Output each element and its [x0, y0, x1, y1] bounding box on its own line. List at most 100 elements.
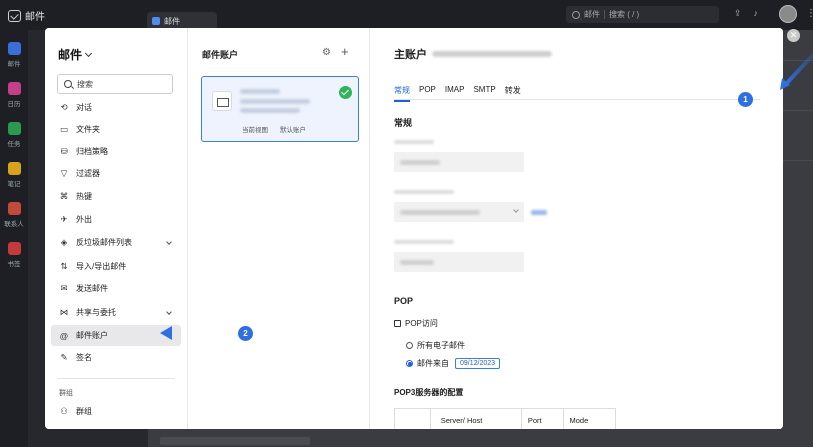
radio-icon — [406, 342, 413, 349]
pop3-config-heading: POP3服务器的配置 — [394, 388, 464, 397]
nav-item-out-of-office[interactable]: ✈ 外出 — [51, 209, 181, 230]
nav-item-mail-accounts[interactable]: @ 邮件账户 — [51, 325, 181, 346]
bookmarks-rail-icon — [7, 242, 21, 255]
search-placeholder: 搜索 ( / ) — [609, 10, 640, 19]
nav-item-filters[interactable]: ▽ 过滤器 — [51, 163, 181, 184]
hotkey-icon: ⌘ — [59, 191, 69, 201]
signature-icon: ✎ — [60, 352, 68, 362]
search-separator — [604, 10, 605, 19]
nav-item-conversation[interactable]: ⟲ 对话 — [51, 97, 181, 118]
display-name-field[interactable] — [394, 152, 524, 172]
nav-divider — [57, 378, 175, 379]
mail-account-icon — [212, 91, 232, 111]
nav-item-send-mail[interactable]: ✉ 发送邮件 — [51, 278, 181, 299]
nav-group-heading: 群组 — [59, 390, 73, 397]
accounts-title: 邮件账户 — [202, 50, 239, 60]
rail-item-bookmarks[interactable]: 书签 — [0, 242, 28, 268]
chevron-down-icon — [84, 49, 93, 57]
detail-title: 主账户 — [394, 46, 552, 62]
tasks-rail-icon — [7, 122, 21, 135]
import-export-icon: ⇅ — [60, 261, 68, 271]
annotation-badge-2: 2 — [238, 326, 253, 341]
account-tag-default: 默认账户 — [280, 127, 306, 134]
archive-icon: ⛁ — [60, 146, 68, 156]
at-sign-icon: @ — [59, 330, 69, 341]
chevron-down-icon — [166, 309, 172, 315]
notes-rail-icon — [7, 162, 21, 175]
group-icon: ⚇ — [60, 406, 68, 416]
background-blurred-text — [160, 437, 310, 445]
more-menu-icon[interactable]: ⋮ — [806, 8, 813, 19]
pop-access-checkbox[interactable]: POP访问 — [394, 318, 438, 329]
account-name-redacted — [240, 89, 280, 94]
account-detail-redacted — [240, 108, 300, 113]
app-rail: 邮件 日历 任务 笔记 联系人 书签 — [0, 30, 28, 447]
search-icon — [64, 80, 72, 88]
tabs-divider — [394, 99, 760, 100]
bell-icon[interactable]: ♪ — [754, 8, 759, 19]
nav-item-import-export[interactable]: ⇅ 导入/导出邮件 — [51, 256, 181, 277]
tab-mail-label: 邮件 — [164, 16, 180, 26]
mail-logo-icon — [8, 9, 21, 22]
rail-item-contacts[interactable]: 联系人 — [0, 202, 28, 228]
mail-tab-icon — [152, 17, 160, 25]
add-account-button[interactable]: + — [341, 44, 349, 59]
radio-selected-icon — [406, 360, 413, 367]
contacts-rail-icon — [7, 202, 21, 215]
field-label-redacted — [394, 140, 434, 144]
table-header-mode: Mode — [569, 416, 589, 425]
edit-link-redacted[interactable] — [531, 210, 547, 215]
account-tag-current-view: 当前视图 — [242, 127, 268, 134]
nav-item-groups[interactable]: ⚇ 群组 — [51, 401, 181, 422]
search-icon — [572, 10, 580, 19]
global-search[interactable]: 邮件 搜索 ( / ) — [566, 6, 719, 23]
rail-item-calendar[interactable]: 日历 — [0, 82, 28, 108]
annotation-badge-1: 1 — [738, 92, 753, 107]
nav-item-folders[interactable]: ▭ 文件夹 — [51, 119, 181, 140]
account-email-redacted — [240, 99, 310, 104]
rail-item-tasks[interactable]: 任务 — [0, 122, 28, 148]
search-scope[interactable]: 邮件 — [584, 9, 600, 20]
pop3-config-table: Server/ Host Port Mode — [394, 408, 616, 429]
radio-all-mail[interactable]: 所有电子邮件 — [406, 340, 465, 351]
account-detail: 主账户 常规 POP IMAP SMTP 转发 常规 POP POP访问 所有电… — [370, 28, 783, 429]
reply-to-field[interactable] — [394, 252, 524, 272]
nav-item-archive-policy[interactable]: ⛁ 归档策略 — [51, 141, 181, 162]
settings-search-input[interactable]: 搜索 — [57, 74, 173, 94]
nav-item-sharing[interactable]: ⋈ 共享与委托 — [51, 302, 181, 323]
settings-nav-title[interactable]: 邮件 — [58, 46, 93, 63]
mail-from-date-field[interactable]: 09/12/2023 — [455, 358, 501, 369]
rail-item-mail[interactable]: 邮件 — [0, 42, 28, 68]
app-top-bar: 邮件 邮件 邮件 搜索 ( / ) ⇪ ♪ ⋮ — [0, 0, 813, 30]
section-pop-heading: POP — [394, 296, 414, 306]
table-header-port: Port — [522, 409, 564, 429]
app-brand: 邮件 — [8, 8, 45, 23]
mail-rail-icon — [7, 42, 21, 55]
spam-shield-icon: ◈ — [60, 237, 68, 247]
account-address-redacted — [432, 51, 552, 57]
account-card[interactable]: 当前视图 默认账户 — [201, 76, 359, 142]
upload-icon[interactable]: ⇪ — [734, 8, 742, 19]
chevron-down-icon — [513, 207, 519, 213]
field-label-redacted — [394, 190, 454, 194]
accounts-panel: 邮件账户 ⚙ + 当前视图 默认账户 — [187, 28, 370, 429]
table-header-server: Server/ Host — [431, 409, 522, 429]
avatar[interactable] — [779, 5, 797, 23]
out-of-office-icon: ✈ — [60, 214, 68, 224]
section-general-heading: 常规 — [394, 118, 413, 128]
radio-mail-from[interactable]: 邮件来自 09/12/2023 — [406, 358, 501, 369]
rail-item-notes[interactable]: 笔记 — [0, 162, 28, 188]
folder-icon: ▭ — [59, 124, 69, 134]
calendar-rail-icon — [7, 82, 21, 95]
email-address-select[interactable] — [394, 202, 524, 222]
close-icon[interactable]: ✕ — [787, 29, 800, 42]
nav-item-hotkeys[interactable]: ⌘ 热键 — [51, 186, 181, 207]
settings-nav: 邮件 搜索 ⟲ 对话 ▭ 文件夹 ⛁ 归档策略 ▽ 过滤器 ⌘ 热键 ✈ 外出 … — [45, 28, 187, 429]
nav-item-spam-list[interactable]: ◈ 反垃圾邮件列表 — [51, 232, 181, 253]
gear-icon[interactable]: ⚙ — [322, 47, 331, 58]
filter-icon: ▽ — [60, 168, 68, 178]
nav-item-signature[interactable]: ✎ 签名 — [51, 347, 181, 368]
checkbox-icon — [394, 320, 401, 327]
check-icon — [339, 86, 352, 99]
table-header-empty — [395, 409, 431, 429]
